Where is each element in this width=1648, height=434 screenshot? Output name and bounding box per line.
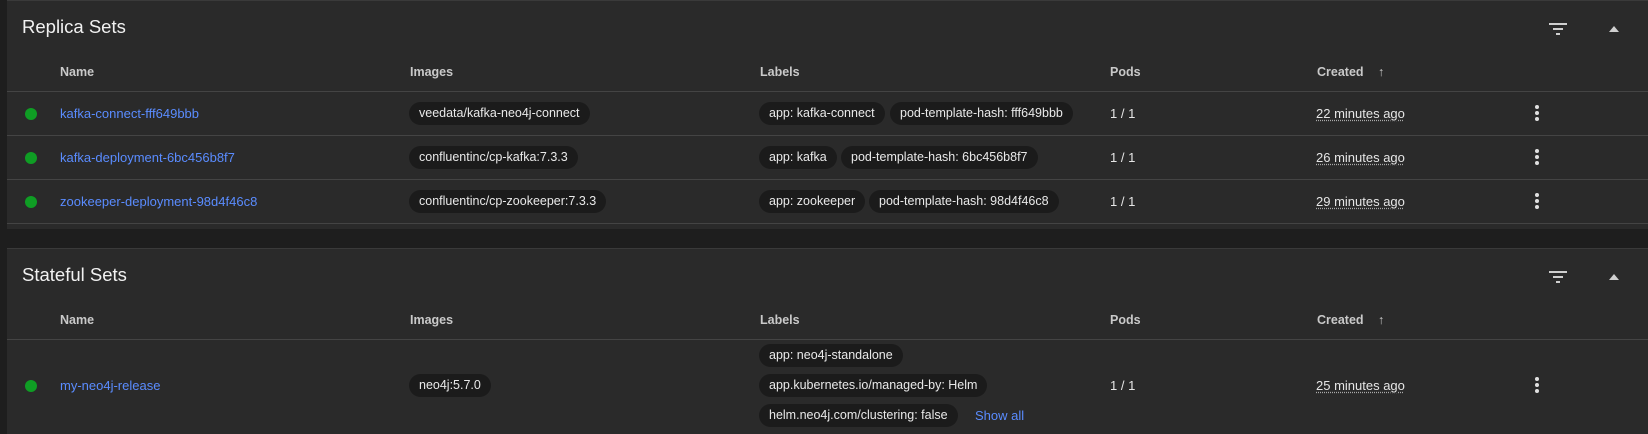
label-chip: pod-template-hash: 98d4f46c8	[869, 190, 1059, 213]
more-vert-icon[interactable]	[1528, 373, 1546, 397]
created-time[interactable]: 25 minutes ago	[1316, 378, 1405, 393]
label-chip: app: kafka	[759, 146, 837, 169]
status-running-icon	[25, 196, 37, 208]
pods-count: 1 / 1	[1110, 378, 1136, 393]
replica-sets-header: Replica Sets	[7, 1, 1648, 57]
column-header-labels[interactable]: Labels	[760, 65, 800, 79]
created-time[interactable]: 29 minutes ago	[1316, 194, 1405, 209]
label-chip: app: kafka-connect	[759, 102, 885, 125]
replica-sets-card: Replica Sets Name Images Labels Pods Cre…	[7, 0, 1648, 229]
label-chip: helm.neo4j.com/clustering: false	[759, 404, 958, 427]
column-header-name[interactable]: Name	[60, 65, 94, 79]
pods-count: 1 / 1	[1110, 150, 1136, 165]
column-header-created[interactable]: Created	[1317, 313, 1364, 327]
column-header-created[interactable]: Created	[1317, 65, 1364, 79]
stateful-sets-card: Stateful Sets Name Images Labels Pods Cr…	[7, 248, 1648, 434]
pods-count: 1 / 1	[1110, 106, 1136, 121]
replica-set-name-link[interactable]: kafka-connect-fff649bbb	[60, 106, 199, 121]
image-chip: neo4j:5.7.0	[409, 374, 491, 397]
chevron-up-icon[interactable]	[1601, 264, 1627, 290]
more-vert-icon[interactable]	[1528, 101, 1546, 125]
column-header-pods[interactable]: Pods	[1110, 313, 1141, 327]
column-header-images[interactable]: Images	[410, 313, 453, 327]
column-header-labels[interactable]: Labels	[760, 313, 800, 327]
pods-count: 1 / 1	[1110, 194, 1136, 209]
label-chip: pod-template-hash: 6bc456b8f7	[841, 146, 1038, 169]
stateful-set-name-link[interactable]: my-neo4j-release	[60, 378, 160, 393]
label-chip: app: zookeeper	[759, 190, 866, 213]
filter-icon[interactable]	[1545, 264, 1571, 290]
more-vert-icon[interactable]	[1528, 189, 1546, 213]
column-header-name[interactable]: Name	[60, 313, 94, 327]
table-row: zookeeper-deployment-98d4f46c8 confluent…	[7, 180, 1648, 224]
image-chip: confluentinc/cp-zookeeper:7.3.3	[409, 190, 607, 213]
stateful-sets-title: Stateful Sets	[22, 264, 127, 285]
show-all-labels-link[interactable]: Show all	[975, 408, 1024, 423]
image-chip: veedata/kafka-neo4j-connect	[409, 102, 590, 125]
label-chip: app.kubernetes.io/managed-by: Helm	[759, 374, 988, 397]
more-vert-icon[interactable]	[1528, 145, 1546, 169]
replica-sets-title: Replica Sets	[22, 16, 126, 37]
status-running-icon	[25, 152, 37, 164]
column-header-images[interactable]: Images	[410, 65, 453, 79]
sort-arrow-up-icon[interactable]: ↑	[1378, 65, 1384, 79]
label-chip: app: neo4j-standalone	[759, 344, 903, 367]
status-running-icon	[25, 108, 37, 120]
image-chip: confluentinc/cp-kafka:7.3.3	[409, 146, 578, 169]
label-chip: pod-template-hash: fff649bbb	[890, 102, 1073, 125]
sort-arrow-up-icon[interactable]: ↑	[1378, 313, 1384, 327]
stateful-sets-table-header: Name Images Labels Pods Created ↑	[7, 305, 1648, 340]
table-row: my-neo4j-release neo4j:5.7.0 app: neo4j-…	[7, 340, 1648, 432]
table-row: kafka-deployment-6bc456b8f7 confluentinc…	[7, 136, 1648, 180]
replica-sets-table-header: Name Images Labels Pods Created ↑	[7, 57, 1648, 92]
column-header-pods[interactable]: Pods	[1110, 65, 1141, 79]
replica-set-name-link[interactable]: kafka-deployment-6bc456b8f7	[60, 150, 235, 165]
chevron-up-icon[interactable]	[1601, 16, 1627, 42]
created-time[interactable]: 26 minutes ago	[1316, 150, 1405, 165]
created-time[interactable]: 22 minutes ago	[1316, 106, 1405, 121]
stateful-sets-header: Stateful Sets	[7, 249, 1648, 305]
replica-set-name-link[interactable]: zookeeper-deployment-98d4f46c8	[60, 194, 257, 209]
table-row: kafka-connect-fff649bbb veedata/kafka-ne…	[7, 92, 1648, 136]
filter-icon[interactable]	[1545, 16, 1571, 42]
status-running-icon	[25, 380, 37, 392]
